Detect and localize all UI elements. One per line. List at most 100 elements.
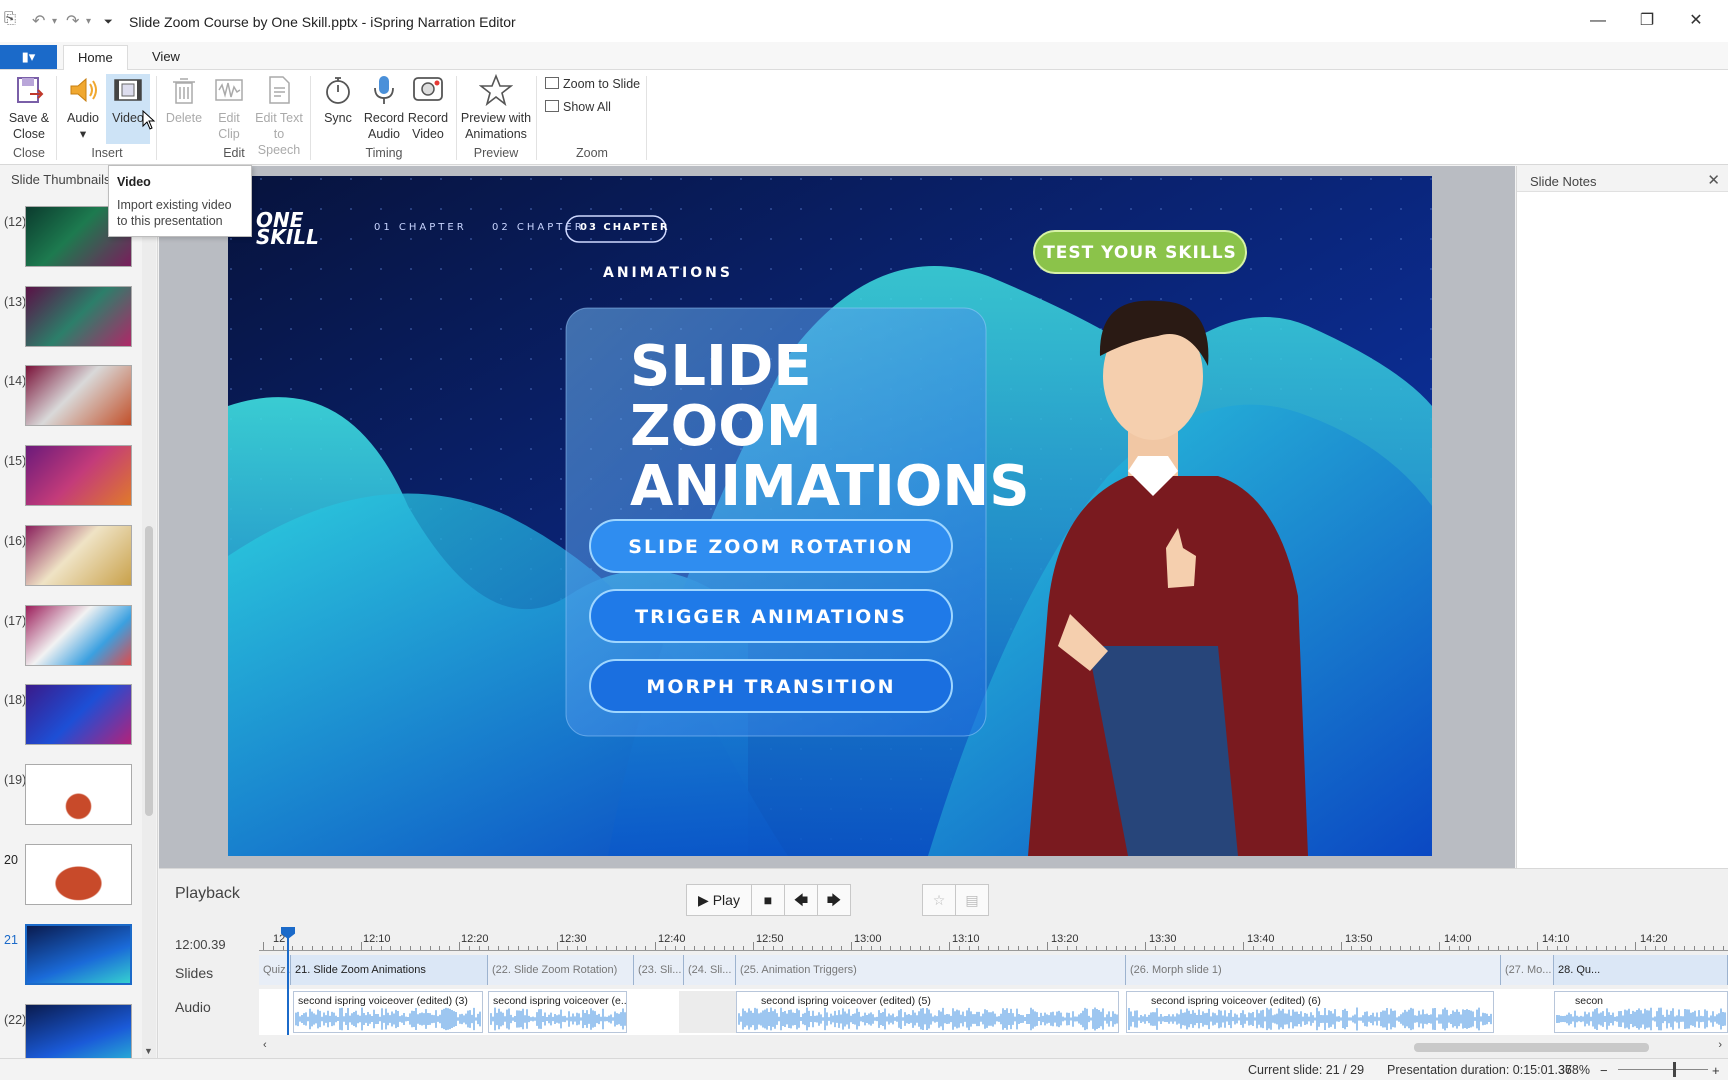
redo-icon[interactable]: ↷ bbox=[66, 11, 79, 31]
slide-segment[interactable]: (25. Animation Triggers) bbox=[736, 955, 1126, 985]
edit-clip-button[interactable]: Edit Clip bbox=[208, 74, 250, 142]
thumbnail-item[interactable]: (22) bbox=[0, 1004, 142, 1058]
ruler-tick bbox=[674, 946, 676, 950]
thumbnail-item-current[interactable]: 21 bbox=[0, 924, 142, 986]
slides-track: Quiz ... 21. Slide Zoom Animations (22. … bbox=[259, 955, 1728, 985]
ruler-tick bbox=[723, 946, 725, 950]
stop-icon: ■ bbox=[763, 892, 773, 908]
ruler-tick bbox=[900, 946, 901, 950]
ruler-tick bbox=[1654, 946, 1656, 950]
audio-button[interactable]: Audio ▾ bbox=[62, 74, 104, 142]
ruler-tick bbox=[1625, 946, 1627, 950]
slide-segment[interactable]: 28. Qu... bbox=[1554, 955, 1728, 985]
audio-dropdown-icon[interactable]: ▾ bbox=[80, 127, 86, 141]
playhead[interactable] bbox=[287, 931, 289, 1035]
audio-clip[interactable]: second ispring voiceover (e... bbox=[488, 991, 627, 1033]
thumbnail-item[interactable]: (13) bbox=[0, 286, 142, 348]
redo-dropdown-icon[interactable]: ▾ bbox=[86, 16, 91, 27]
thumbnail-item[interactable]: (17) bbox=[0, 605, 142, 667]
scroll-right-icon[interactable]: › bbox=[1718, 1039, 1722, 1051]
thumbnail-image bbox=[25, 684, 132, 745]
stop-button[interactable]: ■ bbox=[751, 884, 785, 916]
ruler-tick bbox=[1194, 946, 1195, 950]
ruler-tick bbox=[1282, 946, 1284, 950]
zoom-in-button[interactable]: + bbox=[1712, 1063, 1720, 1078]
slide-segment[interactable]: (24. Sli... bbox=[684, 955, 736, 985]
ruler-tick bbox=[1556, 946, 1558, 950]
delete-button[interactable]: Delete bbox=[162, 74, 206, 126]
timeline-ruler[interactable]: 12 12:10 12:20 12:30 12:40 12:50 13:00 1… bbox=[259, 933, 1728, 951]
ruler-tick bbox=[400, 946, 402, 950]
slide-segment[interactable]: (27. Mo... bbox=[1501, 955, 1554, 985]
ruler-tick bbox=[537, 946, 539, 950]
mark-button[interactable]: ☆ bbox=[922, 884, 956, 916]
audio-clip[interactable]: second ispring voiceover (edited) (6) bbox=[1126, 991, 1494, 1033]
ruler-tick bbox=[870, 946, 872, 950]
ruler-tick bbox=[860, 946, 862, 950]
thumbnail-item[interactable]: 20 bbox=[0, 844, 142, 906]
timeline-scrollbar[interactable]: ‹ › bbox=[259, 1039, 1728, 1055]
next-button[interactable]: 🡆 bbox=[817, 884, 851, 916]
preview-animations-button[interactable]: Preview with Animations bbox=[460, 74, 532, 142]
slide-preview[interactable]: ONE SKILL 01 CHAPTER 02 CHAPTER 03 CHAPT… bbox=[228, 176, 1432, 856]
tab-home[interactable]: Home bbox=[63, 45, 128, 71]
slides-row-label: Slides bbox=[175, 965, 214, 981]
zoom-slider[interactable] bbox=[1618, 1069, 1708, 1070]
undo-icon[interactable]: ↶ bbox=[32, 11, 45, 31]
notes-close-button[interactable]: ✕ bbox=[1707, 171, 1720, 189]
slide-section-label: ANIMATIONS bbox=[603, 265, 733, 281]
show-all-button[interactable]: Show All bbox=[545, 100, 611, 114]
scroll-left-icon[interactable]: ‹ bbox=[263, 1039, 267, 1051]
thumbnail-item[interactable]: (15) bbox=[0, 445, 142, 507]
layout-button[interactable]: ▤ bbox=[955, 884, 989, 916]
close-button[interactable]: ✕ bbox=[1674, 6, 1718, 36]
previous-button[interactable]: 🡄 bbox=[784, 884, 818, 916]
window-title: Slide Zoom Course by One Skill.pptx - iS… bbox=[129, 14, 516, 30]
audio-clip[interactable]: second ispring voiceover (edited) (5) bbox=[736, 991, 1119, 1033]
ruler-tick bbox=[704, 946, 705, 950]
zoom-out-button[interactable]: − bbox=[1600, 1063, 1608, 1078]
ruler-tick bbox=[370, 946, 372, 950]
scrollbar-thumb[interactable] bbox=[145, 526, 153, 816]
slide-cta: TEST YOUR SKILLS bbox=[1043, 243, 1237, 263]
video-button[interactable]: Video bbox=[106, 74, 150, 144]
ruler-tick bbox=[1056, 946, 1058, 950]
save-close-button[interactable]: Save & Close bbox=[6, 74, 52, 142]
audio-clip[interactable]: secon bbox=[1554, 991, 1728, 1033]
file-menu-button[interactable]: ▮▾ bbox=[0, 45, 57, 69]
audio-clip[interactable]: second ispring voiceover (edited) (3) bbox=[293, 991, 483, 1033]
sync-button[interactable]: Sync bbox=[316, 74, 360, 126]
ruler-tick bbox=[1292, 946, 1293, 950]
ruler-label: 12:20 bbox=[461, 933, 489, 945]
audio-row-label: Audio bbox=[175, 999, 211, 1015]
thumbnail-item[interactable]: (19) bbox=[0, 764, 142, 826]
slide-segment[interactable]: 21. Slide Zoom Animations bbox=[291, 955, 488, 985]
undo-dropdown-icon[interactable]: ▾ bbox=[52, 16, 57, 27]
zoom-slider-handle[interactable] bbox=[1673, 1062, 1676, 1077]
slide-headline-line3: ANIMATIONS bbox=[630, 454, 1030, 519]
ruler-tick bbox=[772, 946, 774, 950]
ruler-tick bbox=[988, 946, 990, 950]
thumbnail-item[interactable]: (14) bbox=[0, 365, 142, 427]
restore-button[interactable]: ❐ bbox=[1625, 6, 1669, 36]
record-video-button[interactable]: Record Video bbox=[406, 74, 450, 142]
minimize-button[interactable]: — bbox=[1576, 6, 1620, 36]
customize-toolbar-icon[interactable]: ⏷ bbox=[104, 16, 113, 29]
slide-segment[interactable]: (26. Morph slide 1) bbox=[1126, 955, 1501, 985]
scroll-down-icon[interactable]: ▼ bbox=[144, 1046, 153, 1056]
slide-segment[interactable]: (23. Sli... bbox=[634, 955, 684, 985]
app-icon: ⎘ bbox=[4, 10, 17, 27]
thumbnail-item[interactable]: (16) bbox=[0, 525, 142, 587]
ruler-tick bbox=[321, 946, 323, 950]
ruler-tick bbox=[1409, 946, 1411, 950]
play-button[interactable]: ▶ Play bbox=[686, 884, 752, 916]
zoom-to-slide-button[interactable]: Zoom to Slide bbox=[545, 77, 640, 91]
thumbnails-scrollbar[interactable]: ▼ bbox=[142, 186, 156, 1058]
ruler-tick bbox=[968, 946, 970, 950]
slide-segment[interactable]: (22. Slide Zoom Rotation) bbox=[488, 955, 634, 985]
thumbnail-item[interactable]: (18) bbox=[0, 684, 142, 746]
record-audio-button[interactable]: Record Audio bbox=[362, 74, 406, 142]
tab-view[interactable]: View bbox=[138, 45, 194, 71]
timeline-scroll-thumb[interactable] bbox=[1414, 1043, 1649, 1052]
ruler-tick bbox=[1154, 946, 1156, 950]
